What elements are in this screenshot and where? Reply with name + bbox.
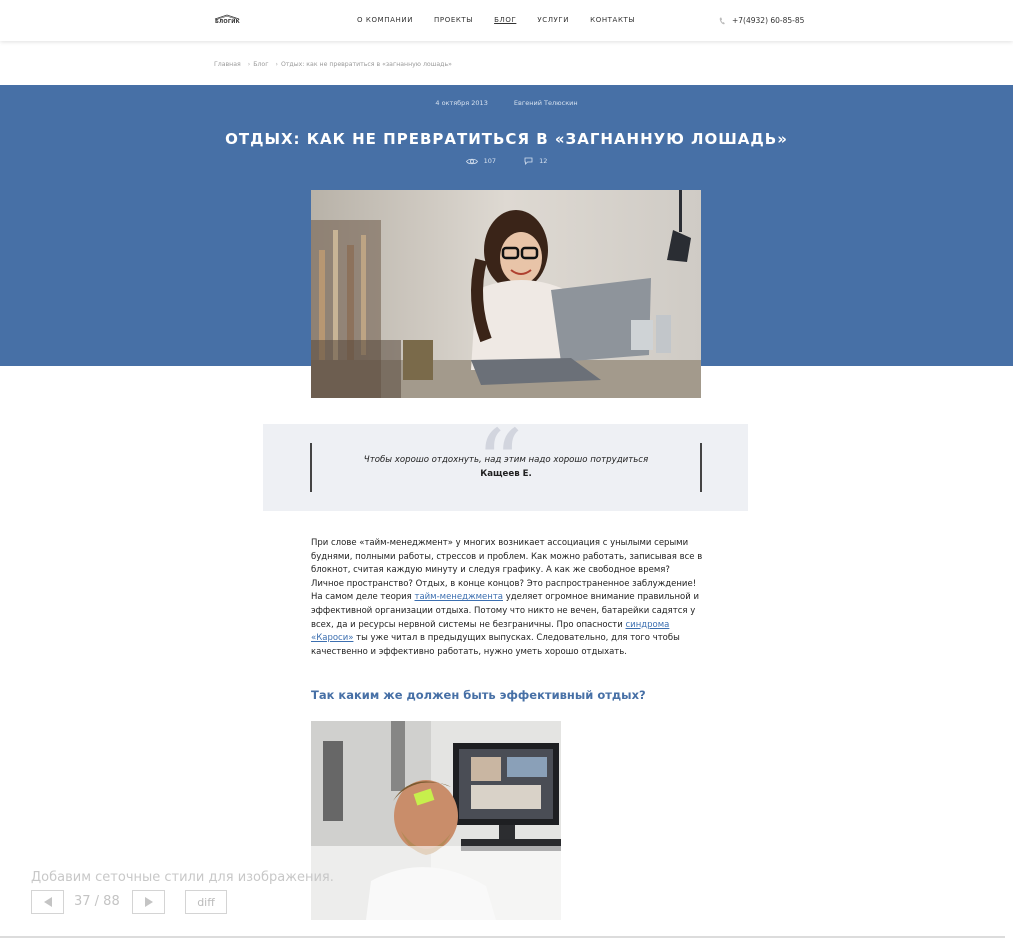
post-meta: 4 октября 2013 Евгений Телюскин [0,99,1013,107]
hero-image [311,190,701,398]
quote-border-left [310,443,312,492]
chevron-right-icon: › [247,61,251,68]
quote-border-right [700,443,702,492]
main-nav: О КОМПАНИИ ПРОЕКТЫ БЛОГ УСЛУГИ КОНТАКТЫ [357,16,656,24]
chevron-right-icon: › [275,61,278,68]
section-heading: Так каким же должен быть эффективный отд… [311,688,646,702]
nav-projects[interactable]: ПРОЕКТЫ [434,16,473,24]
nav-blog[interactable]: БЛОГ [494,16,516,24]
slide-caption: Добавим сеточные стили для изображения. [31,870,334,885]
quote-author: Кащеев Е. [480,469,532,479]
nav-about[interactable]: О КОМПАНИИ [357,16,413,24]
post-date: 4 октября 2013 [435,99,488,107]
left-triangle-icon [43,897,52,907]
comments-value: 12 [539,157,548,165]
breadcrumb-blog[interactable]: Блог [253,61,268,68]
prev-slide-button[interactable] [31,890,64,914]
comments-count[interactable]: 12 [524,157,547,165]
page-title: ОТДЫХ: КАК НЕ ПРЕВРАТИТЬСЯ В «ЗАГНАННУЮ … [225,130,788,148]
article-body: При слове «тайм-менеджмент» у многих воз… [311,537,703,659]
slide-counter: 37 / 88 [74,894,120,909]
site-header: БЛОГИК О КОМПАНИИ ПРОЕКТЫ БЛОГ УСЛУГИ КО… [0,0,1013,41]
next-slide-button[interactable] [132,890,165,914]
article-text: ты уже читал в предыдущих выпусках. След… [311,633,680,657]
comment-icon [524,157,533,165]
quote-text: Чтобы хорошо отдохнуть, над этим надо хо… [363,455,649,465]
phone-number: +7(4932) 60-85-85 [732,16,805,25]
views-count: 107 [465,157,497,165]
logo-text: БЛОГИК [215,19,240,25]
eye-icon [465,158,478,164]
post-author[interactable]: Евгений Телюскин [514,99,578,107]
diff-button[interactable]: diff [185,890,227,914]
nav-contacts[interactable]: КОНТАКТЫ [590,16,635,24]
nav-services[interactable]: УСЛУГИ [537,16,569,24]
breadcrumb-current: Отдых: как не превратиться в «загнанную … [280,61,452,68]
views-value: 107 [483,157,497,165]
breadcrumb-home[interactable]: Главная [214,61,241,68]
breadcrumb: Главная › Блог › Отдых: как не превратит… [214,61,452,68]
logo[interactable]: БЛОГИК [214,14,240,26]
right-triangle-icon [144,897,153,907]
phone-link[interactable]: +7(4932) 60-85-85 [719,16,804,25]
post-stats: 107 12 [0,157,1013,165]
phone-icon [719,17,725,24]
link-time-management[interactable]: тайм-менеджмента [415,592,504,602]
